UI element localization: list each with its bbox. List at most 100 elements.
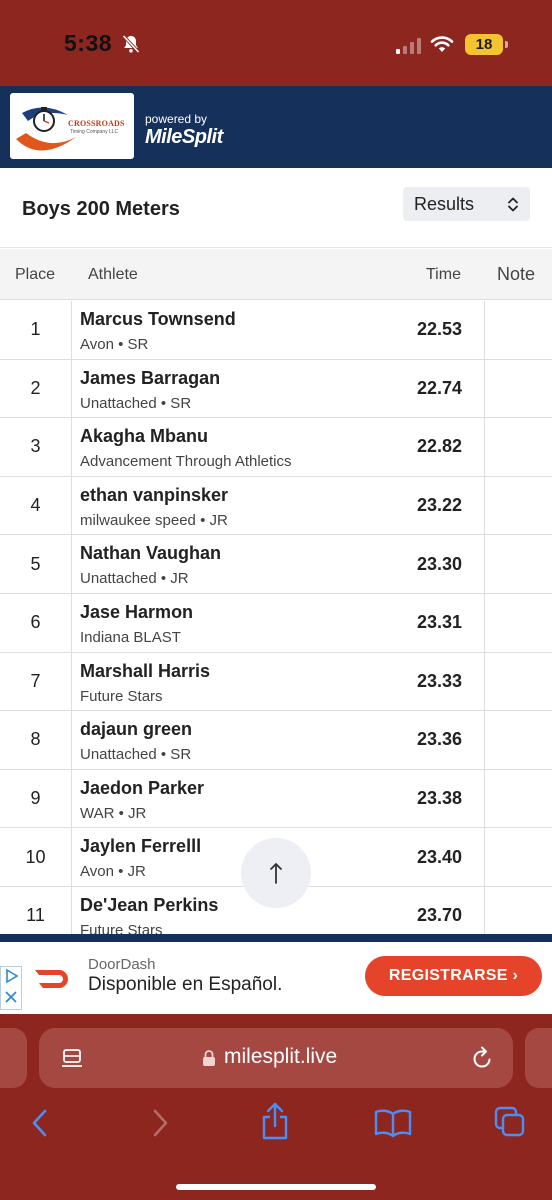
reload-icon[interactable] <box>470 1045 494 1071</box>
place-cell: 4 <box>0 476 72 535</box>
crossroads-logo[interactable]: CROSSROADS Timing Company LLC <box>10 93 134 159</box>
place-cell: 7 <box>0 652 72 711</box>
time-cell: 22.53 <box>416 319 462 340</box>
table-row[interactable]: 3 Akagha Mbanu Advancement Through Athle… <box>0 418 552 477</box>
chevron-up-down-icon <box>508 197 518 212</box>
time-cell: 23.31 <box>416 612 462 633</box>
table-row[interactable]: 4 ethan vanpinsker milwaukee speed • JR … <box>0 476 552 536</box>
forward-icon[interactable] <box>150 1108 170 1138</box>
place-cell: 1 <box>0 301 72 359</box>
place-cell: 2 <box>0 359 72 418</box>
athlete-team: Unattached • SR <box>80 394 192 412</box>
share-icon[interactable] <box>260 1102 290 1140</box>
logo-name: CROSSROADS <box>68 119 125 128</box>
athlete-team: Avon • JR <box>80 863 146 881</box>
table-row[interactable]: 1 Marcus Townsend Avon • SR 22.53 <box>0 301 552 360</box>
note-cell <box>484 535 552 593</box>
brand-header: CROSSROADS Timing Company LLC <box>0 86 552 168</box>
bell-off-icon <box>122 34 140 54</box>
time-cell: 23.70 <box>416 905 462 926</box>
url-text[interactable]: milesplit.live <box>224 1045 337 1069</box>
note-cell <box>484 301 552 359</box>
athlete-name[interactable]: dajaun green <box>80 719 192 740</box>
status-time: 5:38 <box>64 30 113 56</box>
time-cell: 23.30 <box>416 553 462 574</box>
time-cell: 23.33 <box>416 670 462 691</box>
athlete-name[interactable]: Marcus Townsend <box>80 309 236 330</box>
page-title: Boys 200 Meters <box>22 198 180 220</box>
place-cell: 8 <box>0 711 72 769</box>
previous-tab-edge[interactable] <box>0 1028 27 1088</box>
footer-strip <box>0 934 552 942</box>
place-cell: 10 <box>0 828 72 886</box>
column-header-note: Note <box>497 264 536 284</box>
page-menu-icon[interactable] <box>60 1047 84 1069</box>
place-cell: 11 <box>0 886 72 934</box>
close-icon[interactable] <box>4 990 18 1004</box>
place-cell: 6 <box>0 593 72 652</box>
athlete-team: Avon • SR <box>80 336 149 353</box>
note-cell <box>484 769 552 828</box>
place-cell: 3 <box>0 418 72 476</box>
athlete-name[interactable]: Nathan Vaughan <box>80 543 221 564</box>
column-header-time: Time <box>426 266 461 283</box>
ad-headline: Disponible en Español. <box>88 974 283 995</box>
battery-nub <box>505 41 508 48</box>
bookmarks-icon[interactable] <box>374 1108 412 1138</box>
adchoices-icon[interactable] <box>4 968 20 984</box>
table-row[interactable]: 8 dajaun green Unattached • SR 23.36 <box>0 711 552 770</box>
athlete-team: Future Stars <box>80 921 163 934</box>
wifi-icon <box>430 36 454 52</box>
note-cell <box>484 652 552 711</box>
time-cell: 23.36 <box>416 729 462 750</box>
time-cell: 22.74 <box>416 377 462 398</box>
time-cell: 22.82 <box>416 436 462 457</box>
time-cell: 23.22 <box>416 495 462 516</box>
note-cell <box>484 359 552 418</box>
table-row[interactable]: 9 Jaedon Parker WAR • JR 23.38 <box>0 769 552 829</box>
athlete-name[interactable]: De'Jean Perkins <box>80 895 218 916</box>
table-row[interactable]: 6 Jase Harmon Indiana BLAST 23.31 <box>0 593 552 653</box>
tabs-icon[interactable] <box>494 1106 526 1138</box>
athlete-team: milwaukee speed • JR <box>80 511 228 529</box>
back-icon[interactable] <box>30 1108 50 1138</box>
table-row[interactable]: 5 Nathan Vaughan Unattached • JR 23.30 <box>0 535 552 594</box>
table-header <box>0 249 552 300</box>
place-cell: 5 <box>0 535 72 593</box>
athlete-team: WAR • JR <box>80 804 147 822</box>
athlete-name[interactable]: James Barragan <box>80 368 220 389</box>
athlete-name[interactable]: ethan vanpinsker <box>80 485 228 506</box>
arrow-up-icon <box>270 863 282 884</box>
place-cell: 9 <box>0 769 72 828</box>
note-cell <box>484 418 552 476</box>
table-row[interactable]: 7 Marshall Harris Future Stars 23.33 <box>0 652 552 712</box>
athlete-name[interactable]: Jaedon Parker <box>80 778 204 799</box>
note-cell <box>484 476 552 535</box>
column-header-athlete: Athlete <box>88 266 138 283</box>
athlete-name[interactable]: Marshall Harris <box>80 661 210 682</box>
milesplit-logo[interactable]: MileSplit <box>145 126 223 149</box>
lock-icon <box>203 1050 215 1066</box>
next-tab-edge[interactable] <box>525 1028 552 1088</box>
home-indicator <box>176 1184 376 1190</box>
logo-tagline: Timing Company LLC <box>70 129 119 135</box>
table-row[interactable]: 2 James Barragan Unattached • SR 22.74 <box>0 359 552 419</box>
note-cell <box>484 711 552 769</box>
scroll-to-top-button[interactable] <box>241 838 311 908</box>
battery-indicator: 18 <box>465 34 503 55</box>
athlete-team: Unattached • SR <box>80 746 192 764</box>
register-button[interactable]: REGISTRARSE › <box>365 956 542 996</box>
time-cell: 23.38 <box>416 788 462 809</box>
cellular-signal-icon <box>396 37 421 54</box>
athlete-team: Advancement Through Athletics <box>80 453 292 471</box>
athlete-name[interactable]: Jase Harmon <box>80 602 193 623</box>
athlete-name[interactable]: Akagha Mbanu <box>80 426 208 447</box>
view-select-value: Results <box>414 194 475 214</box>
athlete-team: Unattached • JR <box>80 570 189 588</box>
time-cell: 23.40 <box>416 846 462 867</box>
powered-by-label: powered by <box>145 112 208 126</box>
ad-brand: DoorDash <box>88 956 156 973</box>
column-header-place: Place <box>15 266 56 283</box>
athlete-name[interactable]: Jaylen Ferrelll <box>80 836 201 857</box>
note-cell <box>484 828 552 886</box>
